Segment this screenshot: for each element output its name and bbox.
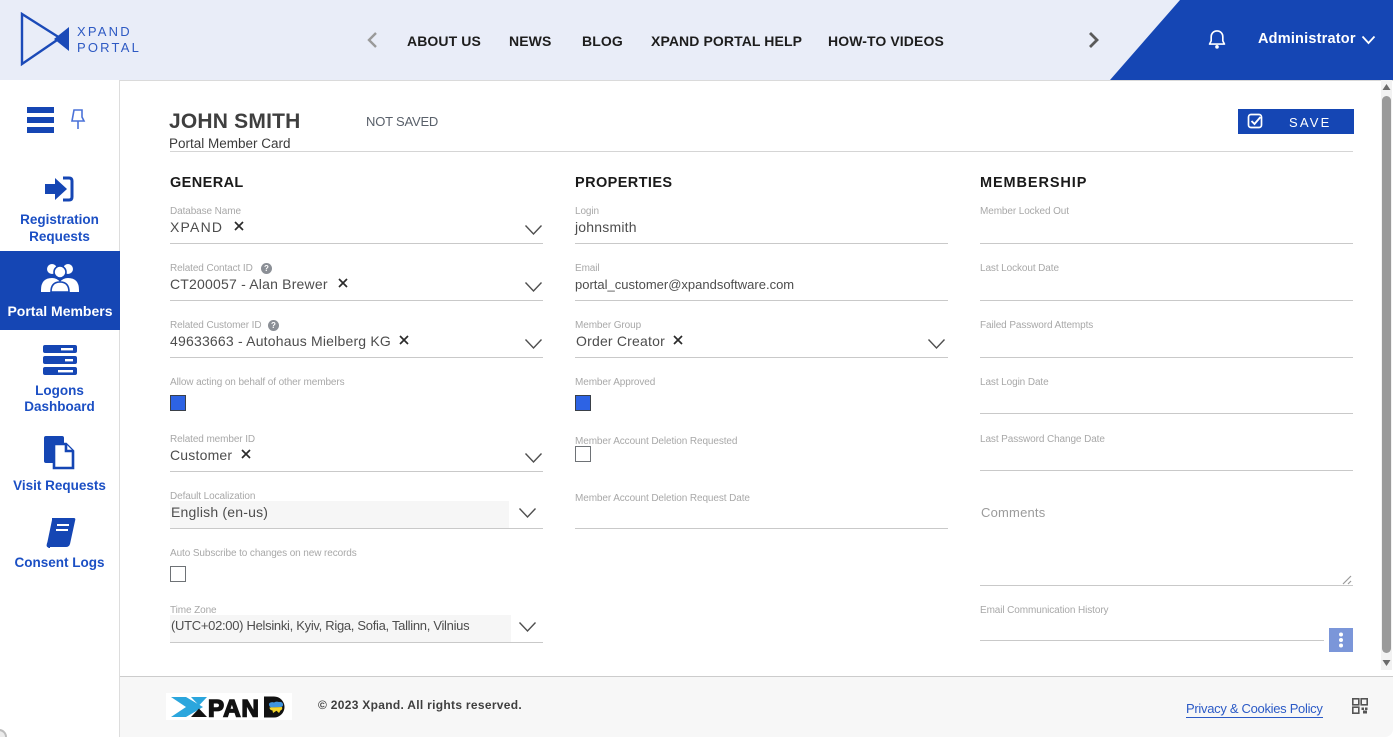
svg-text:PAN: PAN [208,696,260,720]
svg-text:XPAND: XPAND [77,24,132,39]
svg-text:PORTAL: PORTAL [77,40,141,55]
